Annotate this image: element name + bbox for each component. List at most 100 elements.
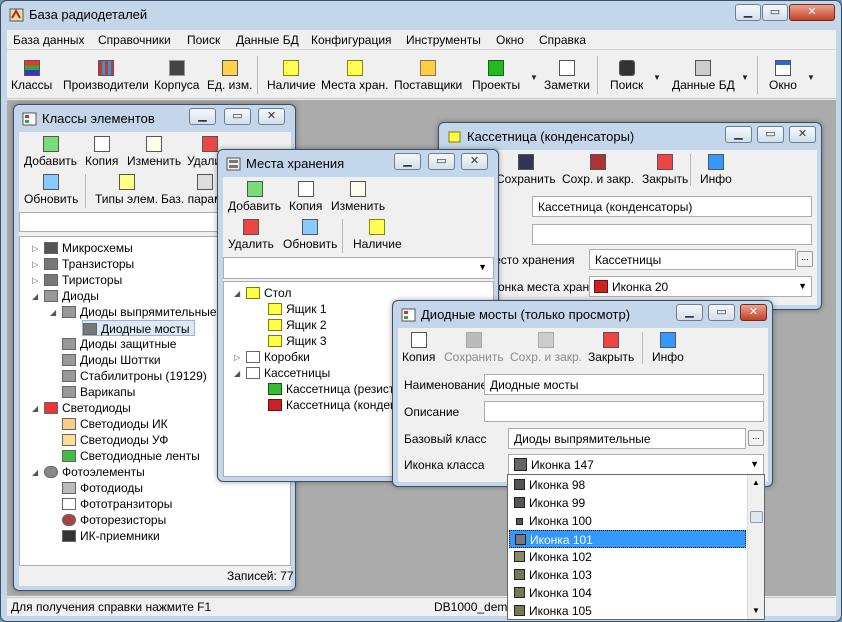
tree-item[interactable]: Фоторезисторы: [62, 512, 166, 528]
tree-item-selected[interactable]: Диодные мосты: [82, 320, 195, 336]
dropdown-option[interactable]: Иконка 98: [509, 476, 746, 494]
cassette-info-button[interactable]: Инфо: [700, 154, 732, 186]
classes-maximize-button[interactable]: ▭: [224, 108, 251, 125]
storage-copy-button[interactable]: Копия: [289, 181, 322, 213]
bridges-copy-button[interactable]: Копия: [402, 332, 435, 364]
menu-search[interactable]: Поиск: [187, 33, 220, 47]
tree-item[interactable]: Светодиоды ИК: [62, 416, 168, 432]
classes-types-button[interactable]: Типы элем.: [95, 174, 158, 206]
minimize-button[interactable]: ▁: [735, 4, 761, 21]
toolbar-stock-button[interactable]: Наличие: [267, 60, 316, 92]
storage-refresh-button[interactable]: Обновить: [283, 219, 337, 251]
cassette-description-input[interactable]: [532, 224, 812, 245]
storage-minimize-button[interactable]: ▁: [394, 153, 421, 170]
dropdown-option[interactable]: Иконка 103: [509, 566, 746, 584]
storage-maximize-button[interactable]: ▭: [428, 153, 455, 170]
cassette-close-action-button[interactable]: Закрыть: [642, 154, 688, 186]
tree-item[interactable]: Стабилитроны (19129): [62, 368, 207, 384]
toolbar-storage-button[interactable]: Места хран.: [321, 60, 388, 92]
dropdown-option[interactable]: Иконка 105: [509, 602, 746, 620]
bridges-close-action-button[interactable]: Закрыть: [588, 332, 634, 364]
expand-icon[interactable]: ▷: [234, 353, 240, 362]
cassette-icon-select[interactable]: Иконка 20 ▼: [589, 276, 812, 297]
tree-item[interactable]: Фотодиоды: [62, 480, 143, 496]
dropdown-option[interactable]: Иконка 99: [509, 494, 746, 512]
menu-references[interactable]: Справочники: [98, 33, 171, 47]
storage-filter-select[interactable]: ▼: [223, 257, 494, 279]
toolbar-notes-button[interactable]: Заметки: [544, 60, 590, 92]
collapse-icon[interactable]: ◢: [50, 308, 56, 317]
toolbar-manufacturers-button[interactable]: Производители: [63, 60, 149, 92]
tree-item[interactable]: Светодиодные ленты: [62, 448, 200, 464]
projects-chevron-down-icon[interactable]: ▼: [530, 73, 538, 82]
collapse-icon[interactable]: ◢: [32, 404, 38, 413]
tree-item[interactable]: Кассетницы: [246, 365, 330, 381]
bridges-base-browse-button[interactable]: ...: [748, 430, 764, 446]
icon-dropdown-list[interactable]: Иконка 98 Иконка 99 Иконка 100 Иконка 10…: [507, 474, 765, 620]
storage-close-button[interactable]: ✕: [461, 153, 488, 170]
tree-item[interactable]: Ящик 1: [268, 301, 327, 317]
cassette-place-browse-button[interactable]: ...: [797, 251, 813, 267]
dropdown-option[interactable]: Иконка 100: [509, 512, 746, 530]
tree-item[interactable]: Стол: [246, 285, 291, 301]
classes-edit-button[interactable]: Изменить: [127, 136, 181, 168]
classes-copy-button[interactable]: Копия: [85, 136, 118, 168]
dropdown-option[interactable]: Иконка 102: [509, 548, 746, 566]
storage-delete-button[interactable]: Удалить: [228, 219, 274, 251]
toolbar-window-button[interactable]: Окно: [769, 60, 797, 92]
toolbar-search-button[interactable]: Поиск: [610, 60, 643, 92]
bridges-minimize-button[interactable]: ▁: [676, 304, 703, 321]
classes-minimize-button[interactable]: ▁: [189, 108, 216, 125]
expand-icon[interactable]: ▷: [32, 244, 38, 253]
tree-item[interactable]: Микросхемы: [44, 240, 133, 256]
storage-edit-button[interactable]: Изменить: [331, 181, 385, 213]
cassette-save-close-button[interactable]: Сохр. и закр.: [562, 154, 634, 186]
collapse-icon[interactable]: ◢: [32, 292, 38, 301]
collapse-icon[interactable]: ◢: [32, 468, 38, 477]
close-button[interactable]: ✕: [789, 4, 835, 21]
collapse-icon[interactable]: ◢: [234, 369, 240, 378]
window-chevron-down-icon[interactable]: ▼: [807, 73, 815, 82]
bridges-close-button[interactable]: ✕: [740, 304, 767, 321]
storage-stock-button[interactable]: Наличие: [353, 219, 402, 251]
tree-item[interactable]: Ящик 2: [268, 317, 327, 333]
bridges-description-input[interactable]: [484, 401, 764, 422]
menu-help[interactable]: Справка: [539, 33, 586, 47]
collapse-icon[interactable]: ◢: [234, 289, 240, 298]
dropdown-scrollbar[interactable]: ▲ ▼: [747, 475, 764, 619]
dbdata-chevron-down-icon[interactable]: ▼: [741, 73, 749, 82]
menu-window[interactable]: Окно: [496, 33, 524, 47]
bridges-info-button[interactable]: Инфо: [652, 332, 684, 364]
dropdown-option-selected[interactable]: Иконка 101: [509, 530, 746, 548]
toolbar-classes-button[interactable]: Классы: [11, 60, 52, 92]
menu-db-data[interactable]: Данные БД: [236, 33, 299, 47]
tree-item[interactable]: Светодиоды: [44, 400, 131, 416]
search-chevron-down-icon[interactable]: ▼: [653, 73, 661, 82]
classes-close-button[interactable]: ✕: [258, 108, 285, 125]
bridges-icon-select[interactable]: Иконка 147 ▼: [508, 454, 764, 475]
tree-item[interactable]: ИК-приемники: [62, 528, 160, 544]
scrollbar-thumb[interactable]: [750, 511, 763, 523]
toolbar-projects-button[interactable]: Проекты: [472, 60, 520, 92]
storage-add-button[interactable]: Добавить: [228, 181, 281, 213]
toolbar-suppliers-button[interactable]: Поставщики: [394, 60, 462, 92]
menu-tools[interactable]: Инструменты: [406, 33, 481, 47]
tree-item[interactable]: Светодиоды УФ: [62, 432, 168, 448]
expand-icon[interactable]: ▷: [32, 276, 38, 285]
bridges-maximize-button[interactable]: ▭: [708, 304, 735, 321]
cassette-name-input[interactable]: Кассетница (конденсаторы): [532, 196, 812, 217]
expand-icon[interactable]: ▷: [32, 260, 38, 269]
toolbar-dbdata-button[interactable]: Данные БД: [672, 60, 735, 92]
cassette-minimize-button[interactable]: ▁: [725, 126, 752, 143]
toolbar-cases-button[interactable]: Корпуса: [154, 60, 199, 92]
menu-configuration[interactable]: Конфигурация: [311, 33, 392, 47]
bridges-name-input[interactable]: Диодные мосты: [484, 374, 764, 395]
scroll-up-icon[interactable]: ▲: [748, 475, 764, 491]
tree-item[interactable]: Транзисторы: [44, 256, 134, 272]
tree-item[interactable]: Варикапы: [62, 384, 135, 400]
tree-item[interactable]: Диоды выпрямительные: [62, 304, 217, 320]
cassette-close-button[interactable]: ✕: [789, 126, 816, 143]
cassette-save-button[interactable]: Сохранить: [496, 154, 556, 186]
tree-item[interactable]: Фотоэлементы: [44, 464, 145, 480]
menu-database[interactable]: База данных: [13, 33, 84, 47]
